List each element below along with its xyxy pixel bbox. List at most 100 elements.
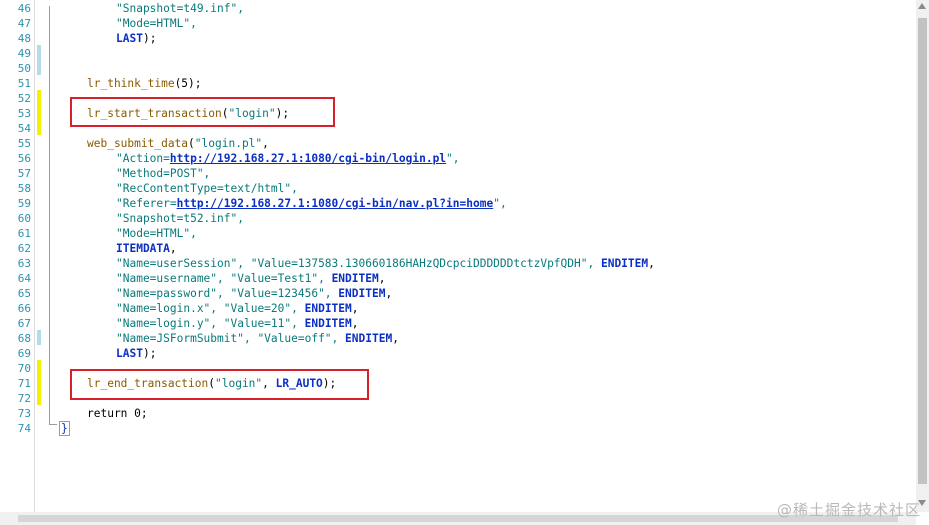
code-token: ENDITEM <box>600 257 649 270</box>
line-code: "Snapshot=t52.inf", <box>116 211 244 226</box>
code-token: LAST <box>116 32 143 45</box>
code-token: ); <box>142 347 157 360</box>
code-token: web_submit_data <box>87 137 189 150</box>
line-code: return 0; <box>87 406 148 421</box>
line-code: "Name=JSFormSubmit", "Value=off", ENDITE… <box>116 331 399 346</box>
line-code: "Name=login.y", "Value=11", ENDITEM, <box>116 316 359 331</box>
code-token: "Name=username", "Value=Test1", <box>116 272 325 285</box>
line-number: 63 <box>17 257 31 270</box>
code-line: 56 "Action=http://192.168.27.1:1080/cgi-b… <box>0 151 900 166</box>
line-number: 73 <box>17 407 31 420</box>
code-line: 47 "Mode=HTML", <box>0 16 900 31</box>
code-token: , <box>385 287 393 300</box>
line-code: LAST); <box>116 31 156 46</box>
line-number: 53 <box>17 107 31 120</box>
code-token: LAST <box>116 347 143 360</box>
end-transaction-highlight <box>70 369 369 400</box>
code-token: "Name=userSession", "Value=137583.130660… <box>116 257 595 270</box>
code-line: 60 "Snapshot=t52.inf", <box>0 211 900 226</box>
line-code: ITEMDATA, <box>116 241 177 256</box>
scroll-up-arrow-icon[interactable] <box>918 3 926 9</box>
code-line: 50 <box>0 61 900 76</box>
line-code: "Name=username", "Value=Test1", ENDITEM, <box>116 271 385 286</box>
code-token: "Name=JSFormSubmit", "Value=off", <box>116 332 339 345</box>
line-number: 61 <box>17 227 31 240</box>
line-code: web_submit_data("login.pl", <box>87 136 269 151</box>
code-line: 68 "Name=JSFormSubmit", "Value=off", ENDI… <box>0 331 900 346</box>
vertical-scroll-thumb[interactable] <box>918 18 927 484</box>
code-line: 55 web_submit_data("login.pl", <box>0 136 900 151</box>
line-code: "Action=http://192.168.27.1:1080/cgi-bin… <box>116 151 460 166</box>
code-editor[interactable]: 46 "Snapshot=t49.inf", 47 "Mode=HTML", 48 LAS… <box>0 0 929 525</box>
line-number: 51 <box>17 77 31 90</box>
line-number: 71 <box>17 377 31 390</box>
code-token: ENDITEM <box>304 317 352 330</box>
line-number: 64 <box>17 272 31 285</box>
line-code: "Name=login.x", "Value=20", ENDITEM, <box>116 301 359 316</box>
code-line: 61 "Mode=HTML", <box>0 226 900 241</box>
line-code: "RecContentType=text/html", <box>116 181 298 196</box>
code-token: "Referer= <box>116 197 177 210</box>
horizontal-scroll-thumb[interactable] <box>18 515 898 522</box>
code-token: , <box>351 317 359 330</box>
start-transaction-highlight <box>70 97 335 127</box>
line-code: "Mode=HTML", <box>116 16 197 31</box>
line-number: 69 <box>17 347 31 360</box>
code-token: ENDITEM <box>304 302 352 315</box>
line-code: } <box>59 421 70 436</box>
code-line: 67 "Name=login.y", "Value=11", ENDITEM, <box>0 316 900 331</box>
line-number: 49 <box>17 47 31 60</box>
code-token: "Mode=HTML", <box>116 17 197 30</box>
code-line: 66 "Name=login.x", "Value=20", ENDITEM, <box>0 301 900 316</box>
code-token: "Snapshot=t52.inf", <box>116 212 244 225</box>
line-code: "Name=userSession", "Value=137583.130660… <box>116 256 655 271</box>
line-number: 52 <box>17 92 31 105</box>
code-line: 46 "Snapshot=t49.inf", <box>0 1 900 16</box>
code-token: , <box>169 242 177 255</box>
code-token: ITEMDATA <box>116 242 170 255</box>
line-number: 74 <box>17 422 31 435</box>
code-line: 48 LAST); <box>0 31 900 46</box>
line-code: "Mode=HTML", <box>116 226 197 241</box>
line-code: "Method=POST", <box>116 166 210 181</box>
code-token: ENDITEM <box>345 332 393 345</box>
code-token: ", <box>493 197 507 210</box>
line-number: 68 <box>17 332 31 345</box>
code-line: 51 lr_think_time(5); <box>0 76 900 91</box>
code-token: "Name=password", "Value=123456", <box>116 287 332 300</box>
line-number: 57 <box>17 167 31 180</box>
line-number: 65 <box>17 287 31 300</box>
line-number: 50 <box>17 62 31 75</box>
line-code: "Name=password", "Value=123456", ENDITEM… <box>116 286 392 301</box>
code-line: 59 "Referer=http://192.168.27.1:1080/cgi-… <box>0 196 900 211</box>
code-token: "Mode=HTML", <box>116 227 197 240</box>
code-token: lr_think_time <box>87 77 175 90</box>
line-number: 47 <box>17 17 31 30</box>
line-number: 56 <box>17 152 31 165</box>
code-link[interactable]: http://192.168.27.1:1080/cgi-bin/nav.pl?… <box>177 197 494 210</box>
code-token: "Action= <box>116 152 170 165</box>
line-number: 60 <box>17 212 31 225</box>
code-link[interactable]: http://192.168.27.1:1080/cgi-bin/login.p… <box>170 152 446 165</box>
code-token: , <box>351 302 359 315</box>
code-line: 74} <box>0 421 900 436</box>
code-line: 63 "Name=userSession", "Value=137583.1306… <box>0 256 900 271</box>
code-token: } <box>59 421 70 436</box>
code-token: ", <box>446 152 460 165</box>
line-number: 59 <box>17 197 31 210</box>
code-token: ); <box>142 32 157 45</box>
code-token: return 0; <box>87 407 148 420</box>
code-token: "Method=POST", <box>116 167 211 180</box>
code-token: "Name=login.x", "Value=20", <box>116 302 298 315</box>
code-token: , <box>378 272 386 285</box>
line-number: 72 <box>17 392 31 405</box>
code-line: 64 "Name=username", "Value=Test1", ENDITE… <box>0 271 900 286</box>
line-code: "Snapshot=t49.inf", <box>116 1 244 16</box>
code-line: 73 return 0; <box>0 406 900 421</box>
code-token: , <box>648 257 655 270</box>
line-number: 62 <box>17 242 31 255</box>
code-line: 69 LAST); <box>0 346 900 361</box>
